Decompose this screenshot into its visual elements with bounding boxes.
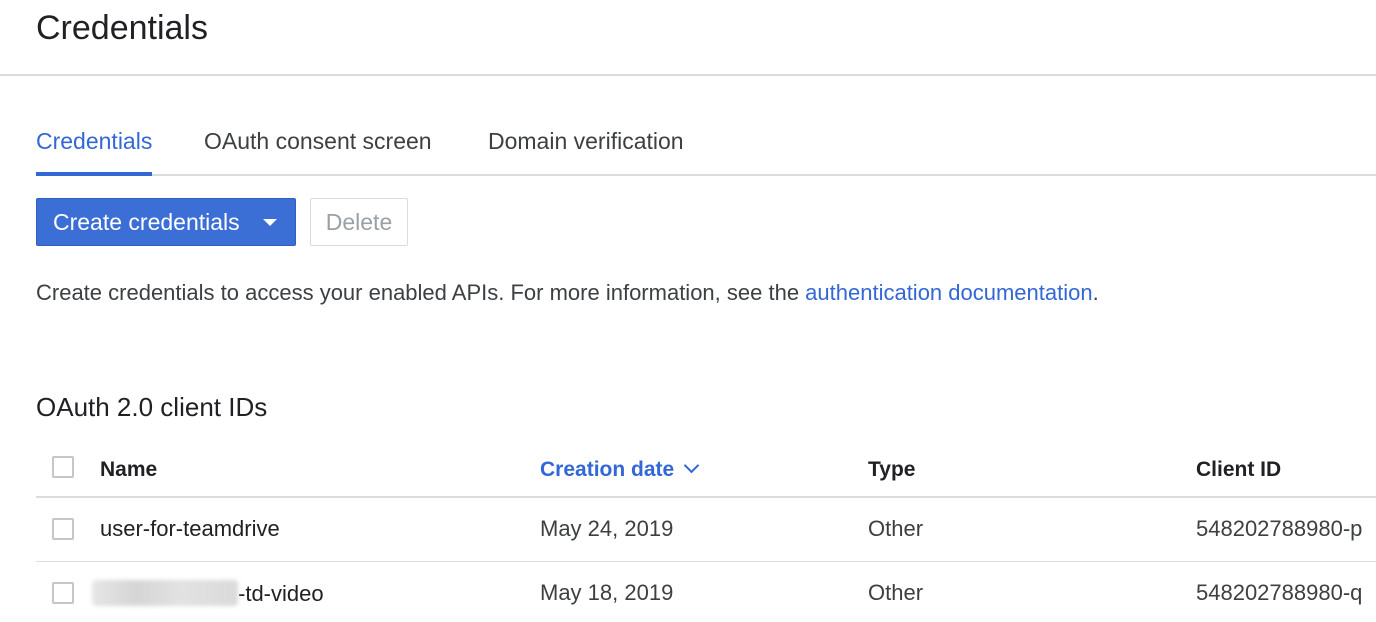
tab-credentials[interactable]: Credentials [36,120,153,176]
client-id: 548202788980-q [1196,580,1363,605]
delete-button: Delete [310,198,408,246]
column-header-creation-date[interactable]: Creation date [540,457,700,482]
authentication-documentation-link[interactable]: authentication documentation [805,280,1092,305]
page-header: Credentials [0,0,1376,76]
client-type: Other [868,580,924,605]
page-title: Credentials [36,9,208,47]
client-name-cell[interactable]: -td-video [92,580,324,607]
table-header-row: Name Creation date Type Client ID [36,444,1376,498]
client-name: -td-video [238,581,324,606]
column-header-client-id[interactable]: Client ID [1196,458,1281,482]
row-checkbox[interactable] [52,582,74,604]
client-name[interactable]: user-for-teamdrive [100,516,280,542]
creation-date: May 24, 2019 [540,516,674,541]
chevron-down-icon [683,457,700,474]
creation-date: May 18, 2019 [540,580,674,605]
client-type: Other [868,516,924,541]
select-all-checkbox[interactable] [52,456,74,478]
client-id: 548202788980-p [1196,516,1363,541]
row-checkbox[interactable] [52,518,74,540]
credentials-page: Credentials Credentials OAuth consent sc… [0,0,1376,622]
table-row[interactable]: -td-video May 18, 2019 Other 54820278898… [36,562,1376,622]
tab-bar: Credentials OAuth consent screen Domain … [36,120,1376,176]
table-row[interactable]: user-for-teamdrive May 24, 2019 Other 54… [36,498,1376,562]
column-header-type[interactable]: Type [868,458,915,482]
tab-oauth-consent-screen[interactable]: OAuth consent screen [204,120,432,174]
section-title-oauth-clients: OAuth 2.0 client IDs [36,392,268,422]
create-credentials-button[interactable]: Create credentials [36,198,296,246]
info-text: Create credentials to access your enable… [36,280,1099,306]
redacted-text [92,580,238,606]
tab-domain-verification[interactable]: Domain verification [488,120,684,174]
column-header-name[interactable]: Name [100,458,157,482]
caret-down-icon [263,219,277,226]
info-text-suffix: . [1092,280,1099,305]
info-text-body: Create credentials to access your enable… [36,280,806,305]
column-header-creation-date-label: Creation date [540,458,675,481]
oauth-client-table: Name Creation date Type Client ID user-f… [36,444,1376,622]
create-credentials-label: Create credentials [53,208,240,235]
